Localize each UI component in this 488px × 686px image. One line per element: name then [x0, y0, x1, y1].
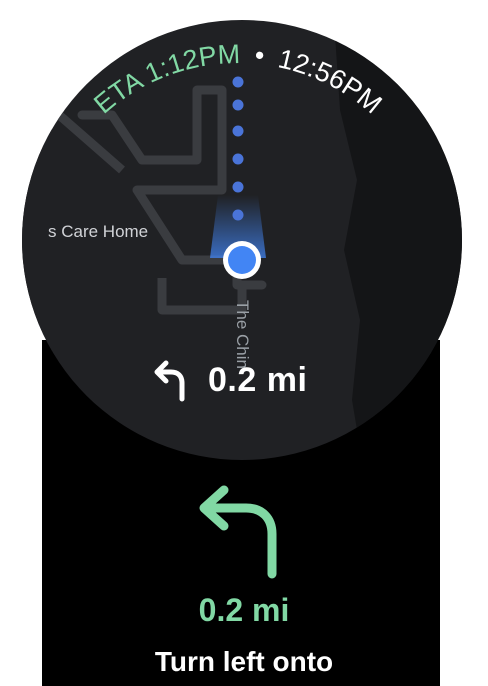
step-distance: 0.2 mi	[198, 592, 290, 628]
eta-text: ETA 1:12PM	[88, 39, 240, 120]
map-distance-text: 0.2 mi	[208, 360, 308, 399]
map-road-segment	[157, 278, 247, 315]
route-dot	[232, 209, 244, 221]
status-bar: ETA 1:12PM • 12:56PM	[88, 39, 387, 120]
status-separator: •	[253, 40, 266, 71]
turn-left-icon	[199, 485, 277, 579]
map-place-label: s Care Home	[48, 222, 149, 241]
turn-left-icon	[154, 360, 185, 402]
map-direction-summary[interactable]: 0.2 mi	[150, 355, 307, 405]
step-instruction: Turn left onto	[154, 646, 334, 677]
screen: ETA 1:12PM • 12:56PM s Care Home The Chi…	[0, 0, 488, 686]
svg-text:ETA 1:12PM • 1: ETA 1:12PM • 12:56PM	[88, 39, 387, 120]
current-time: 12:56PM	[275, 43, 387, 119]
current-location-dot	[228, 246, 256, 274]
